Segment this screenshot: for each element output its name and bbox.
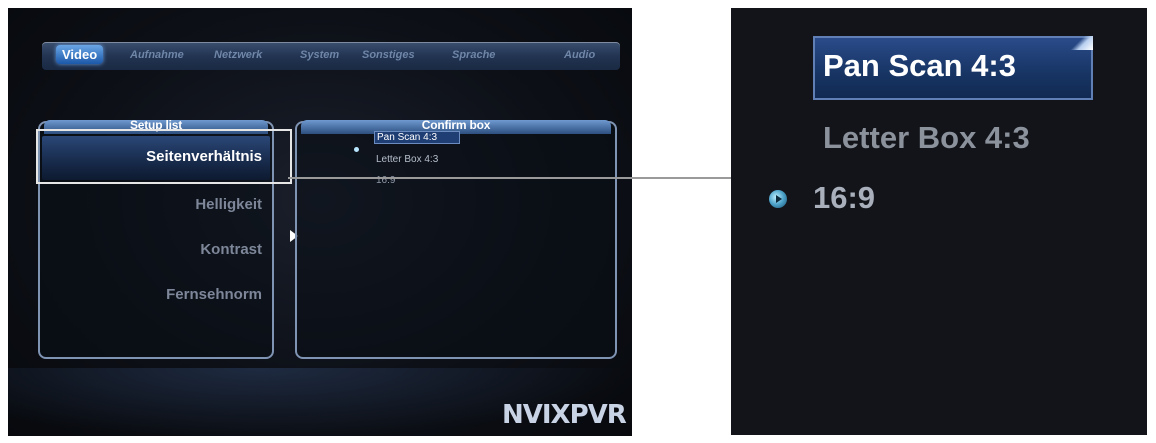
menu-tab-bar: Video Aufnahme Netzwerk System Sonstiges… xyxy=(42,42,620,70)
zoom-option-pan-scan[interactable]: Pan Scan 4:3 xyxy=(823,48,1016,84)
setup-item-fernsehnorm[interactable]: Fernsehnorm xyxy=(166,286,262,303)
zoom-option-16-9[interactable]: 16:9 xyxy=(813,180,875,216)
zoom-option-letter-box[interactable]: Letter Box 4:3 xyxy=(823,120,1030,156)
current-option-bullet-icon xyxy=(769,190,787,208)
tv-screen: Video Aufnahme Netzwerk System Sonstiges… xyxy=(8,8,632,436)
confirm-option-pan-scan[interactable]: Pan Scan 4:3 xyxy=(374,131,461,144)
tab-netzwerk[interactable]: Netzwerk xyxy=(214,49,262,61)
current-option-bullet-icon xyxy=(354,147,359,152)
tab-audio[interactable]: Audio xyxy=(564,49,595,61)
zoom-selection-corner xyxy=(1069,36,1093,50)
setup-item-kontrast[interactable]: Kontrast xyxy=(200,241,262,258)
tab-system[interactable]: System xyxy=(300,49,339,61)
tab-sonstiges[interactable]: Sonstiges xyxy=(362,49,415,61)
confirm-box-title: Confirm box xyxy=(421,118,491,132)
tab-video[interactable]: Video xyxy=(56,45,104,64)
setup-item-helligkeit[interactable]: Helligkeit xyxy=(195,196,262,213)
callout-connector-line xyxy=(288,177,732,179)
nvixpvr-logo: NVIXPVR xyxy=(502,400,627,430)
confirm-option-letter-box[interactable]: Letter Box 4:3 xyxy=(376,154,438,165)
callout-highlight-box xyxy=(36,129,292,184)
tab-aufnahme[interactable]: Aufnahme xyxy=(130,49,184,61)
tab-sprache[interactable]: Sprache xyxy=(452,49,495,61)
zoom-callout-panel: Pan Scan 4:3 Letter Box 4:3 16:9 xyxy=(731,8,1147,435)
confirm-box-panel: Confirm box xyxy=(295,118,617,359)
